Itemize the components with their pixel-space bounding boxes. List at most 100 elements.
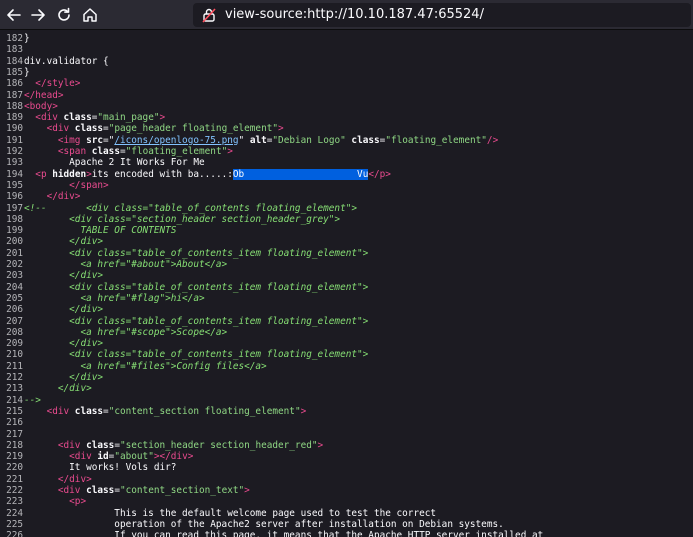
code-token: >	[317, 439, 324, 451]
source-line: 202 <a href="#about">About</a>	[0, 259, 693, 270]
source-line: 216	[0, 417, 693, 428]
code-token: >	[227, 146, 233, 157]
source-line: 185}	[0, 67, 693, 78]
source-line: 218 <div class="section_header section_h…	[0, 440, 693, 451]
line-code: </div>	[24, 270, 103, 281]
line-number: 212	[6, 372, 23, 383]
code-token[interactable]: /icons/openlogo-75.png	[114, 135, 238, 146]
code-token: </div>	[24, 304, 104, 316]
code-token: <p	[35, 168, 47, 180]
code-token: </div>	[24, 236, 104, 248]
code-token: <div	[57, 439, 81, 451]
line-code: <div class="table_of_contents_item float…	[24, 349, 368, 360]
code-token: "floating_element"	[385, 134, 487, 146]
code-token: src	[80, 134, 104, 146]
line-code: <div class="content_section_text">	[24, 485, 250, 496]
source-line: 209 </div>	[0, 338, 693, 349]
code-token: }	[24, 66, 30, 78]
source-line: 204 <div class="table_of_contents_item f…	[0, 282, 693, 293]
code-token: operation of the Apache2 server after in…	[24, 518, 504, 530]
line-number: 225	[6, 518, 23, 530]
code-token: div.validator {	[24, 55, 109, 67]
line-number: 185	[6, 66, 23, 78]
code-token: This is the default welcome page used to…	[24, 507, 437, 519]
back-button[interactable]	[4, 5, 24, 25]
line-number: 202	[6, 259, 23, 270]
source-line: 195 </span>	[0, 180, 693, 191]
line-code: </span>	[24, 180, 109, 191]
forward-button[interactable]	[28, 5, 48, 25]
line-number: 226	[6, 530, 23, 537]
line-number: 186	[6, 78, 23, 90]
line-number: 217	[6, 428, 23, 440]
line-number: 218	[6, 439, 23, 451]
line-number: 189	[6, 112, 23, 124]
line-code: </div>	[24, 372, 103, 383]
code-token: <img	[57, 134, 81, 146]
source-line: 208 <a href="#scope">Scope</a>	[0, 327, 693, 338]
code-token: </div>	[57, 473, 92, 485]
line-number: 221	[6, 473, 23, 485]
source-line: 189 <div class="main_page">	[0, 112, 693, 123]
line-code: TABLE OF CONTENTS	[24, 225, 176, 236]
home-button[interactable]	[80, 5, 100, 25]
line-number: 196	[6, 191, 23, 203]
source-line: 186 </style>	[0, 78, 693, 89]
line-number: 193	[6, 157, 23, 169]
insecure-lock-icon[interactable]	[201, 7, 217, 23]
line-number: 192	[6, 146, 23, 157]
line-code: <img src="/icons/openlogo-75.png" alt="D…	[24, 135, 498, 146]
line-number: 210	[6, 349, 23, 361]
source-line: 199 TABLE OF CONTENTS	[0, 225, 693, 236]
line-code: <p>	[24, 496, 86, 507]
source-line: 200 </div>	[0, 236, 693, 247]
line-code: </head>	[24, 90, 64, 101]
code-token: <p>	[69, 496, 87, 508]
line-number: 200	[6, 236, 23, 248]
line-code: <div class="section_header section_heade…	[24, 214, 340, 225]
line-number: 190	[6, 123, 23, 135]
reload-button[interactable]	[54, 5, 74, 25]
code-token: its encoded with ba.....:	[91, 168, 233, 180]
code-token: If you can read this page, it means that…	[24, 530, 544, 537]
line-number: 215	[6, 405, 23, 417]
code-token: <div class="table_of_contents_item float…	[24, 281, 369, 293]
source-line: 198 <div class="section_header section_h…	[0, 214, 693, 225]
line-number: 213	[6, 383, 23, 395]
code-token: ></div>	[153, 451, 194, 463]
line-code: <div class="table_of_contents_item float…	[24, 316, 368, 327]
line-number: 183	[6, 44, 23, 56]
code-token: </div>	[24, 338, 104, 350]
code-token: class	[80, 439, 115, 451]
line-code: <a href="#flag">hi</a>	[24, 292, 205, 304]
reload-icon	[58, 7, 70, 21]
url-bar[interactable]: view-source:http://10.10.187.47:65524/	[193, 3, 691, 27]
line-code: <p hidden>its encoded with ba.....:Ob Vu…	[24, 168, 391, 180]
line-number: 198	[6, 213, 23, 225]
line-number: 195	[6, 179, 23, 191]
code-token: </head>	[24, 89, 64, 101]
line-code: <div class="content_section floating_ele…	[24, 406, 307, 417]
source-line: 225 operation of the Apache2 server afte…	[0, 519, 693, 530]
code-token: id	[91, 451, 109, 463]
line-code: <div class="main_page">	[24, 112, 165, 123]
line-code: <a href="#files">Config files</a>	[24, 361, 266, 372]
line-code: <div class="section_header section_heade…	[24, 440, 323, 451]
code-token: </div>	[24, 372, 104, 383]
line-code: </div>	[24, 236, 103, 247]
line-number: 194	[6, 168, 23, 180]
line-code: </div>	[24, 191, 81, 202]
line-number: 224	[6, 507, 23, 519]
code-token: <a href="#flag">hi</a>	[24, 292, 205, 304]
url-text[interactable]: view-source:http://10.10.187.47:65524/	[225, 6, 484, 24]
line-number: 201	[6, 247, 23, 259]
source-line: 221 </div>	[0, 474, 693, 485]
line-number: 208	[6, 326, 23, 338]
code-token: >	[159, 112, 166, 124]
